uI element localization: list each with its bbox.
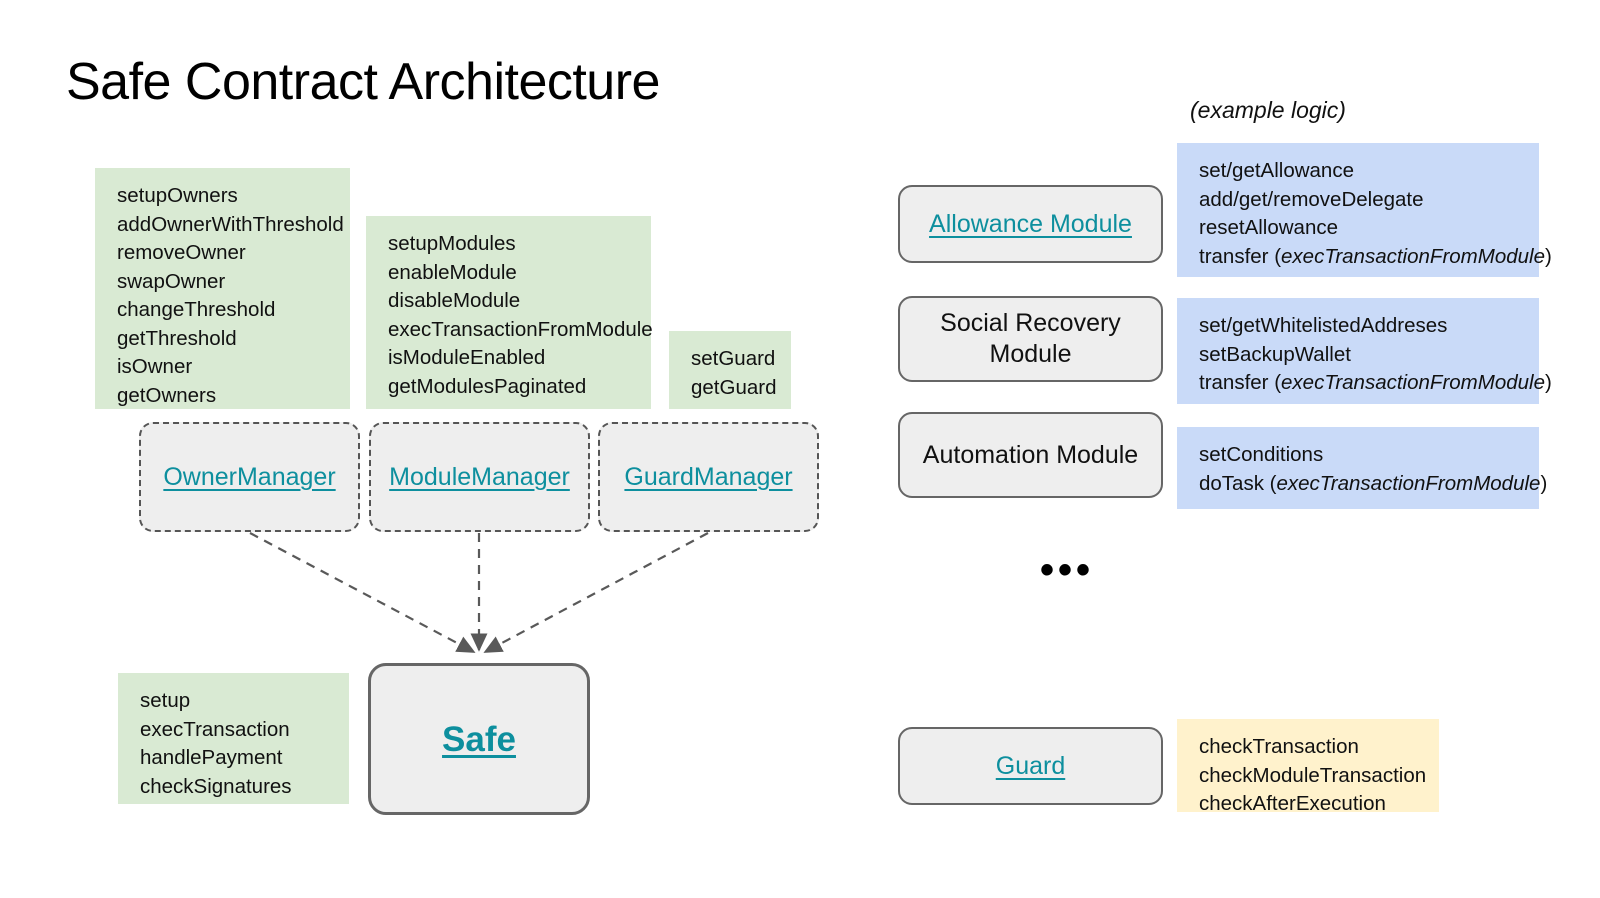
automation-module-label: Automation Module — [922, 440, 1139, 469]
more-modules-ellipsis: ••• — [1040, 548, 1095, 592]
automation-module-logic-box: setConditions doTask (execTransactionFro… — [1177, 427, 1548, 509]
method-item: swapOwner — [117, 269, 226, 293]
logic-item: doTask (execTransactionFromModule) — [1199, 471, 1548, 495]
social-recovery-module-label: Social Recovery Module — [940, 309, 1121, 368]
safe-methods-box: setup execTransaction handlePayment chec… — [118, 673, 349, 804]
node-automation-module[interactable]: Automation Module — [898, 412, 1163, 498]
method-item: removeOwner — [117, 241, 246, 264]
node-safe[interactable]: Safe — [368, 663, 590, 815]
logic-item: set/getAllowance — [1199, 159, 1354, 182]
method-item: setupOwners — [117, 184, 238, 207]
node-guard[interactable]: Guard — [898, 727, 1163, 805]
method-item: changeThreshold — [117, 298, 276, 321]
logic-item: add/get/removeDelegate — [1199, 187, 1424, 211]
method-item: checkSignatures — [140, 774, 292, 798]
node-allowance-module[interactable]: Allowance Module — [898, 185, 1163, 263]
logic-item: resetAllowance — [1199, 216, 1339, 239]
arrow-guard-manager-to-safe — [483, 532, 709, 653]
owner-manager-link[interactable]: OwnerManager — [163, 462, 335, 493]
logic-item: checkTransaction — [1199, 735, 1359, 758]
allowance-module-logic-box: set/getAllowance add/get/removeDelegate … — [1177, 143, 1552, 277]
method-item: getGuard — [691, 375, 777, 399]
logic-item: set/getWhitelistedAddreses — [1199, 314, 1448, 337]
method-item: isModuleEnabled — [388, 346, 546, 369]
method-item: execTransaction — [140, 717, 290, 741]
method-item: execTransactionFromModule — [388, 317, 653, 341]
method-item: enableModule — [388, 260, 517, 284]
page-title: Safe Contract Architecture — [66, 53, 660, 111]
method-item: setGuard — [691, 347, 776, 370]
module-manager-link[interactable]: ModuleManager — [389, 462, 570, 493]
social-recovery-module-logic-box: set/getWhitelistedAddreses setBackupWall… — [1177, 298, 1552, 404]
guard-manager-methods-box: setGuard getGuard — [669, 331, 791, 409]
node-guard-manager[interactable]: GuardManager — [598, 422, 819, 532]
logic-item: setConditions — [1199, 443, 1324, 466]
node-owner-manager[interactable]: OwnerManager — [139, 422, 360, 532]
module-manager-methods-box: setupModules enableModule disableModule … — [366, 216, 653, 409]
safe-link[interactable]: Safe — [442, 722, 516, 757]
method-item: setup — [140, 689, 191, 712]
arrow-owner-manager-to-safe — [249, 532, 476, 653]
guard-manager-link[interactable]: GuardManager — [624, 462, 792, 493]
guard-link[interactable]: Guard — [996, 751, 1065, 782]
method-item: disableModule — [388, 289, 521, 312]
method-item: isOwner — [117, 355, 193, 378]
method-item: handlePayment — [140, 746, 283, 769]
guard-logic-box: checkTransaction checkModuleTransaction … — [1177, 719, 1439, 815]
example-logic-label: (example logic) — [1190, 97, 1346, 123]
diagram-canvas: Safe Contract Architecture setupOwners a… — [0, 0, 1600, 898]
method-item: setupModules — [388, 232, 516, 255]
node-social-recovery-module[interactable]: Social Recovery Module — [898, 296, 1163, 382]
logic-item: transfer (execTransactionFromModule) — [1199, 371, 1552, 394]
method-item: getThreshold — [117, 326, 237, 350]
allowance-module-link[interactable]: Allowance Module — [929, 209, 1132, 240]
method-item: getModulesPaginated — [388, 374, 587, 398]
method-item: addOwnerWithThreshold — [117, 212, 344, 236]
logic-item: setBackupWallet — [1199, 342, 1351, 366]
logic-item: checkModuleTransaction — [1199, 763, 1427, 787]
logic-item: checkAfterExecution — [1199, 792, 1386, 815]
node-module-manager[interactable]: ModuleManager — [369, 422, 590, 532]
logic-item: transfer (execTransactionFromModule) — [1199, 244, 1552, 268]
method-item: getOwners — [117, 383, 217, 407]
owner-manager-methods-box: setupOwners addOwnerWithThreshold remove… — [95, 168, 350, 409]
